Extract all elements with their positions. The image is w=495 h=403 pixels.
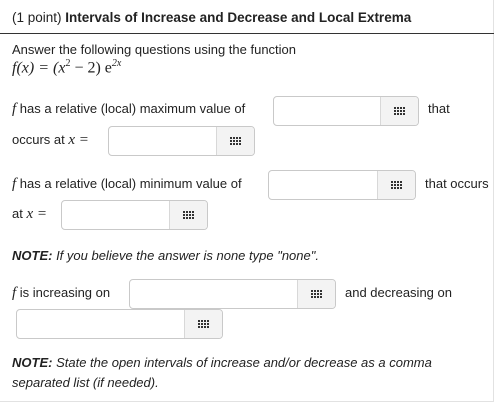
min-at-label: at x = [12,206,47,223]
at-text: at [12,206,27,221]
max-after-text: that [428,101,450,116]
note-label: NOTE: [12,248,53,263]
min-at-keypad-button[interactable] [169,201,207,229]
problem-header: (1 point) Intervals of Increase and Decr… [12,10,411,25]
increasing-keypad-button[interactable] [297,280,335,308]
decreasing-keypad-button[interactable] [184,310,222,338]
increasing-input[interactable] [130,280,297,308]
max-value-field [273,96,419,126]
occurs-at-text: occurs at [12,132,69,147]
decreasing-input[interactable] [17,310,184,338]
note-text: State the open intervals of increase and… [52,355,432,370]
keypad-icon [230,137,241,145]
decreasing-label: and decreasing on [345,285,452,300]
equals-sign: = [75,132,89,148]
intro-text: Answer the following questions using the… [12,42,297,57]
min-at-input[interactable] [62,201,169,229]
function-formula: f(x) = (x2 − 2) e2x [12,58,121,77]
note-label: NOTE: [12,355,53,370]
min-value-input[interactable] [269,171,377,199]
keypad-icon [198,320,209,328]
formula-lhs: f(x) = (x [12,59,66,77]
note-intervals: NOTE: State the open intervals of increa… [12,355,432,370]
keypad-icon [394,107,405,115]
header-divider [0,33,494,34]
problem-title: Intervals of Increase and Decrease and L… [65,10,412,25]
max-value-keypad-button[interactable] [380,97,418,125]
max-at-keypad-button[interactable] [216,127,254,155]
increasing-label: is increasing on [16,285,111,300]
min-after-text: that occurs [425,176,489,191]
min-value-keypad-button[interactable] [377,171,415,199]
min-question-text: f has a relative (local) minimum value o… [12,176,242,193]
max-at-field [108,126,255,156]
note-none: NOTE: If you believe the answer is none … [12,248,319,263]
max-at-input[interactable] [109,127,216,155]
keypad-icon [183,211,194,219]
increasing-question-text: f is increasing on [12,285,110,302]
note-intervals-line2: separated list (if needed). [12,375,159,390]
increasing-field [129,279,336,309]
points-label: (1 point) [12,10,62,25]
note-text: If you believe the answer is none type "… [52,248,319,263]
max-value-input[interactable] [274,97,380,125]
formula-exp2x: 2x [111,58,122,69]
formula-rest: − 2) e [70,59,112,77]
min-question-label: has a relative (local) minimum value of [16,176,242,191]
max-question-text: f has a relative (local) maximum value o… [12,101,245,118]
min-value-field [268,170,416,200]
max-question-label: has a relative (local) maximum value of [16,101,246,116]
keypad-icon [391,181,402,189]
decreasing-field [16,309,223,339]
keypad-icon [311,290,322,298]
max-at-label: occurs at x = [12,132,89,149]
min-at-field [61,200,208,230]
equals-sign: = [33,206,48,222]
